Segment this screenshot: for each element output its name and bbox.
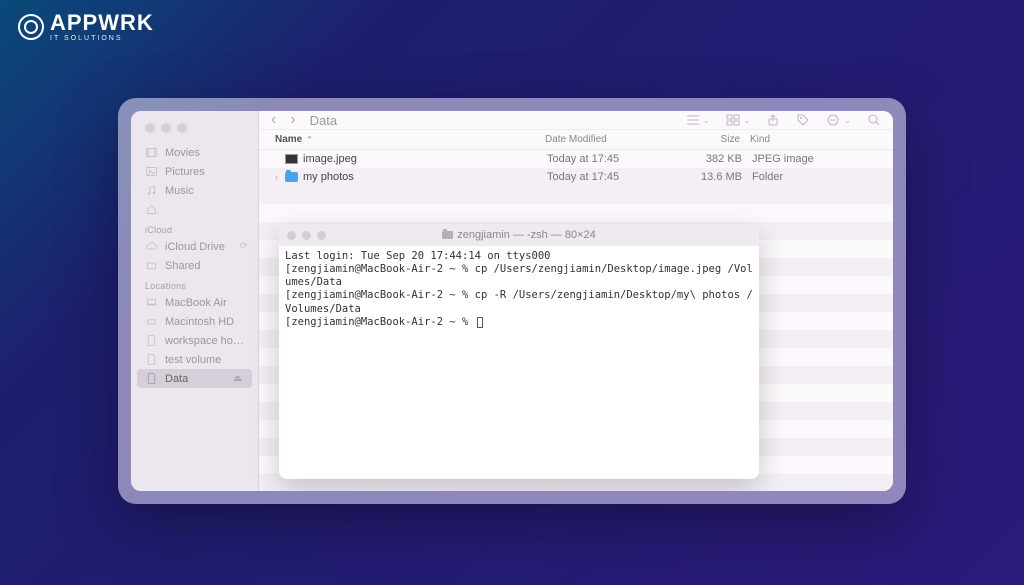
sidebar-section-icloud: iCloud [131, 219, 258, 237]
column-date[interactable]: Date Modified [545, 134, 680, 145]
sidebar-item-home[interactable] [131, 200, 258, 219]
home-icon [145, 203, 158, 216]
column-headers: Name ⌃ Date Modified Size Kind [259, 130, 893, 150]
back-button[interactable]: ‹ [271, 111, 276, 129]
zoom-button[interactable] [177, 123, 187, 133]
file-size: 382 KB [682, 153, 752, 165]
sidebar-item-macbook-air[interactable]: MacBook Air [131, 293, 258, 312]
file-list: image.jpeg Today at 17:45 382 KB JPEG im… [259, 150, 893, 186]
brand-logo-icon [18, 14, 44, 40]
sidebar-item-label: MacBook Air [165, 297, 227, 309]
brand-logo: APPWRK IT SOLUTIONS [18, 12, 154, 42]
file-kind: JPEG image [752, 153, 877, 165]
folder-icon [285, 172, 298, 182]
sidebar-item-label: Macintosh HD [165, 316, 234, 328]
file-row[interactable]: image.jpeg Today at 17:45 382 KB JPEG im… [259, 150, 893, 168]
terminal-body[interactable]: Last login: Tue Sep 20 17:44:14 on ttys0… [279, 246, 759, 479]
terminal-line: [zengjiamin@MacBook-Air-2 ~ % cp /Users/… [285, 263, 753, 288]
file-thumbnail-icon [285, 154, 298, 164]
forward-button[interactable]: › [290, 111, 295, 129]
sidebar-item-music[interactable]: Music [131, 181, 258, 200]
column-kind[interactable]: Kind [750, 134, 877, 145]
sidebar-item-shared[interactable]: Shared [131, 256, 258, 275]
file-kind: Folder [752, 171, 877, 183]
sort-indicator-icon: ⌃ [306, 135, 313, 144]
shared-icon [145, 259, 158, 272]
window-controls [287, 231, 326, 240]
terminal-line: [zengjiamin@MacBook-Air-2 ~ % cp -R /Use… [285, 289, 753, 314]
close-button[interactable] [287, 231, 296, 240]
finder-sidebar: Movies Pictures Music iCloud iCloud Driv… [131, 111, 259, 491]
sidebar-item-icloud-drive[interactable]: iCloud Drive ⟳ [131, 237, 258, 256]
laptop-icon [145, 296, 158, 309]
sidebar-item-label: Shared [165, 260, 200, 272]
terminal-window: zengjiamin — -zsh — 80×24 Last login: Tu… [279, 224, 759, 479]
view-list-button[interactable]: ⌄ [685, 114, 710, 126]
sidebar-item-label: Pictures [165, 166, 205, 178]
sidebar-item-label: workspace ho… [165, 335, 244, 347]
file-name: image.jpeg [303, 153, 547, 165]
window-controls [131, 111, 258, 143]
share-button[interactable] [766, 113, 780, 127]
screenshot-frame: Movies Pictures Music iCloud iCloud Driv… [118, 98, 906, 504]
sidebar-item-macintosh-hd[interactable]: Macintosh HD [131, 312, 258, 331]
terminal-titlebar[interactable]: zengjiamin — -zsh — 80×24 [279, 224, 759, 246]
sidebar-item-movies[interactable]: Movies [131, 143, 258, 162]
terminal-title: zengjiamin — -zsh — 80×24 [279, 229, 759, 241]
cloud-icon [145, 240, 158, 253]
finder-window: Movies Pictures Music iCloud iCloud Driv… [131, 111, 893, 491]
disk-icon [145, 315, 158, 328]
sidebar-section-locations: Locations [131, 275, 258, 293]
folder-icon [442, 231, 453, 239]
sidebar-item-label: Movies [165, 147, 200, 159]
brand-name: APPWRK [50, 12, 154, 34]
cursor-icon [477, 317, 483, 328]
file-size: 13.6 MB [682, 171, 752, 183]
group-button[interactable]: ⌄ [726, 114, 751, 126]
more-button[interactable]: ⌄ [826, 113, 851, 127]
file-row[interactable]: › my photos Today at 17:45 13.6 MB Folde… [259, 168, 893, 186]
zoom-button[interactable] [317, 231, 326, 240]
doc-icon [145, 372, 158, 385]
sidebar-item-pictures[interactable]: Pictures [131, 162, 258, 181]
column-size[interactable]: Size [680, 134, 750, 145]
minimize-button[interactable] [161, 123, 171, 133]
sidebar-item-test-volume[interactable]: test volume [131, 350, 258, 369]
window-title: Data [310, 113, 337, 128]
file-date: Today at 17:45 [547, 153, 682, 165]
minimize-button[interactable] [302, 231, 311, 240]
sidebar-item-label: Data [165, 373, 188, 385]
eject-icon[interactable]: ⏏ [233, 373, 242, 384]
picture-icon [145, 165, 158, 178]
music-icon [145, 184, 158, 197]
sidebar-item-workspace[interactable]: workspace ho… [131, 331, 258, 350]
sidebar-item-label: iCloud Drive [165, 241, 225, 253]
column-name[interactable]: Name ⌃ [275, 134, 545, 145]
sync-icon: ⟳ [240, 241, 248, 252]
file-date: Today at 17:45 [547, 171, 682, 183]
film-icon [145, 146, 158, 159]
terminal-line: Last login: Tue Sep 20 17:44:14 on ttys0… [285, 250, 551, 262]
sidebar-item-label: Music [165, 185, 194, 197]
doc-icon [145, 334, 158, 347]
doc-icon [145, 353, 158, 366]
disclosure-icon[interactable]: › [275, 172, 285, 182]
search-button[interactable] [867, 113, 881, 127]
tag-button[interactable] [796, 113, 810, 127]
file-name: my photos [303, 171, 547, 183]
sidebar-item-label: test volume [165, 354, 221, 366]
sidebar-item-data[interactable]: Data ⏏ [137, 369, 252, 388]
finder-toolbar: ‹ › Data ⌄ ⌄ [259, 111, 893, 130]
close-button[interactable] [145, 123, 155, 133]
terminal-line: [zengjiamin@MacBook-Air-2 ~ % [285, 316, 475, 328]
brand-tagline: IT SOLUTIONS [50, 35, 154, 42]
